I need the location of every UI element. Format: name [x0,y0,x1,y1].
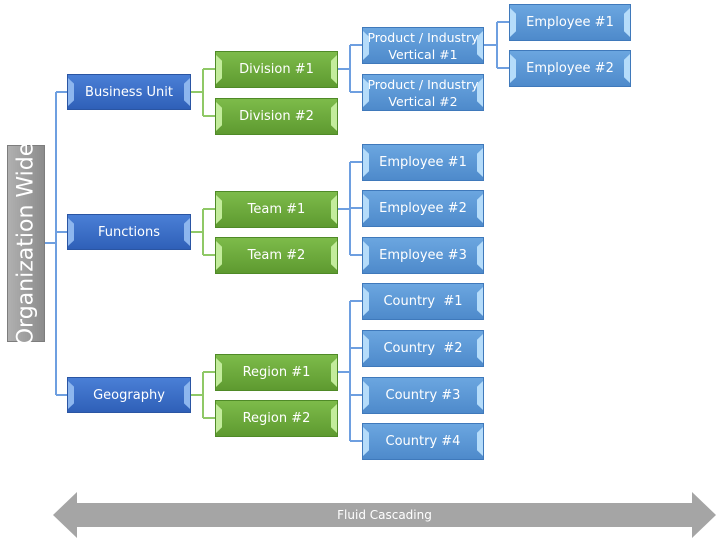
node-function-employee-1: Employee #1 [362,144,484,181]
node-team-2: Team #2 [215,237,338,274]
node-region-1: Region #1 [215,354,338,391]
node-country-2: Country #2 [362,330,484,367]
node-vertical-2: Product / Industry Vertical #2 [362,74,484,111]
arrow-label: Fluid Cascading [337,508,432,522]
node-vertical-employee-2: Employee #2 [509,50,631,87]
node-division-2: Division #2 [215,98,338,135]
node-functions: Functions [67,214,191,250]
node-team-1: Team #1 [215,191,338,228]
node-division-1: Division #1 [215,51,338,88]
node-country-3: Country #3 [362,377,484,414]
node-vertical-employee-1: Employee #1 [509,4,631,41]
node-business-unit: Business Unit [67,74,191,110]
node-vertical-1: Product / Industry Vertical #1 [362,27,484,64]
node-country-4: Country #4 [362,423,484,460]
node-geography: Geography [67,377,191,413]
root-label: Organization Wide [13,142,39,345]
node-country-1: Country #1 [362,283,484,320]
node-function-employee-2: Employee #2 [362,190,484,227]
node-function-employee-3: Employee #3 [362,237,484,274]
node-region-2: Region #2 [215,400,338,437]
organization-wide-node: Organization Wide [7,142,45,345]
